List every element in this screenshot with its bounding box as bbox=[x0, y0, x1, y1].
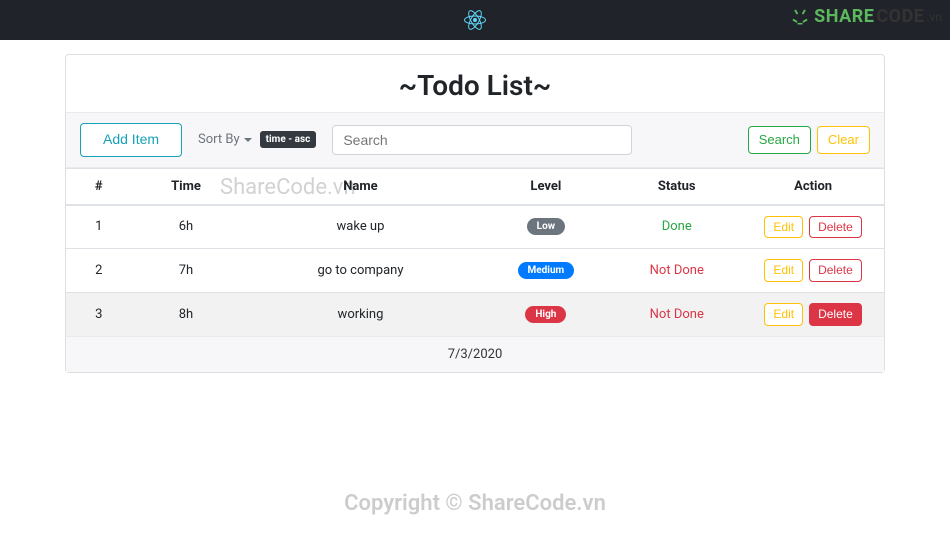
edit-button[interactable]: Edit bbox=[764, 259, 803, 282]
caret-down-icon bbox=[244, 138, 252, 142]
edit-button[interactable]: Edit bbox=[764, 303, 803, 326]
th-index: # bbox=[66, 168, 131, 205]
cell-action: Edit Delete bbox=[742, 205, 884, 249]
toolbar: Add Item Sort By time - asc Search Clear bbox=[66, 112, 884, 168]
th-level: Level bbox=[480, 168, 611, 205]
status-text: Not Done bbox=[650, 263, 704, 278]
cell-time: 8h bbox=[131, 293, 240, 336]
level-badge: Low bbox=[527, 218, 565, 235]
brand-code: CODE bbox=[876, 6, 924, 27]
edit-button[interactable]: Edit bbox=[764, 216, 803, 239]
sort-label: Sort By bbox=[198, 132, 240, 147]
cell-name: go to company bbox=[241, 249, 481, 293]
th-action: Action bbox=[742, 168, 884, 205]
card-footer: 7/3/2020 bbox=[66, 336, 884, 372]
th-status: Status bbox=[611, 168, 742, 205]
watermark-footer: Copyright © ShareCode.vn bbox=[0, 491, 950, 516]
level-badge: Medium bbox=[518, 262, 575, 279]
sort-badge: time - asc bbox=[260, 131, 317, 148]
brand-share: SHARE bbox=[814, 6, 874, 27]
table-row: 27hgo to company Medium Not Done Edit Delete bbox=[66, 249, 884, 293]
cell-index: 1 bbox=[66, 205, 131, 249]
search-actions: Search Clear bbox=[748, 126, 870, 154]
search-input[interactable] bbox=[332, 125, 632, 155]
delete-button[interactable]: Delete bbox=[809, 216, 862, 239]
sort-group: Sort By time - asc bbox=[198, 131, 316, 148]
cell-index: 3 bbox=[66, 293, 131, 336]
sort-dropdown[interactable]: Sort By bbox=[198, 132, 252, 147]
brand-vn: .vn bbox=[926, 10, 942, 24]
cell-status: Not Done bbox=[611, 293, 742, 336]
brand-badge: SHARECODE.vn bbox=[790, 6, 942, 27]
cell-name: working bbox=[241, 293, 481, 336]
level-badge: High bbox=[525, 306, 566, 323]
cell-action: Edit Delete bbox=[742, 249, 884, 293]
clear-button[interactable]: Clear bbox=[817, 126, 870, 154]
cell-name: wake up bbox=[241, 205, 481, 249]
table-header-row: # Time Name Level Status Action bbox=[66, 168, 884, 205]
react-logo-icon bbox=[464, 9, 486, 31]
th-time: Time bbox=[131, 168, 240, 205]
main-container: ~Todo List~ Add Item Sort By time - asc … bbox=[65, 54, 885, 373]
cell-time: 7h bbox=[131, 249, 240, 293]
cell-level: Low bbox=[480, 205, 611, 249]
todo-table: # Time Name Level Status Action 16hwake … bbox=[66, 168, 884, 336]
cell-time: 6h bbox=[131, 205, 240, 249]
cell-level: Medium bbox=[480, 249, 611, 293]
cell-level: High bbox=[480, 293, 611, 336]
cell-status: Not Done bbox=[611, 249, 742, 293]
page-title: ~Todo List~ bbox=[66, 55, 884, 112]
add-item-button[interactable]: Add Item bbox=[80, 123, 182, 157]
table-row: 38hworking High Not Done Edit Delete bbox=[66, 293, 884, 336]
todo-card: ~Todo List~ Add Item Sort By time - asc … bbox=[65, 54, 885, 373]
search-button[interactable]: Search bbox=[748, 126, 811, 154]
table-body: 16hwake upLowDoneEditDelete27hgo to comp… bbox=[66, 205, 884, 336]
table-row: 16hwake up Low Done Edit Delete bbox=[66, 205, 884, 249]
status-text: Done bbox=[662, 219, 692, 234]
cell-status: Done bbox=[611, 205, 742, 249]
delete-button[interactable]: Delete bbox=[809, 303, 862, 326]
recycle-icon bbox=[790, 7, 810, 27]
cell-action: Edit Delete bbox=[742, 293, 884, 336]
delete-button[interactable]: Delete bbox=[809, 259, 862, 282]
cell-index: 2 bbox=[66, 249, 131, 293]
status-text: Not Done bbox=[650, 307, 704, 322]
th-name: Name bbox=[241, 168, 481, 205]
